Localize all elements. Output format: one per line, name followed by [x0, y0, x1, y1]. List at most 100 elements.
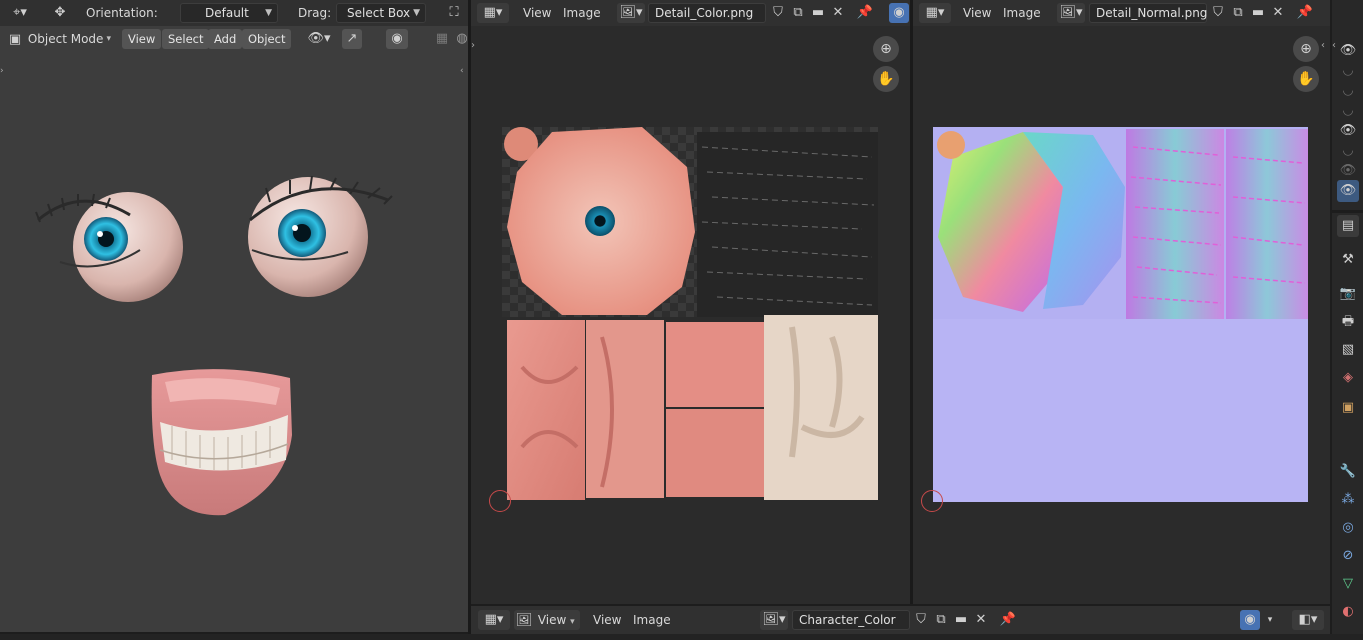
image-name-field[interactable]: Character_Color: [792, 610, 910, 630]
image-browse-icon[interactable]: 🖼▾: [760, 610, 788, 630]
editor-type-icon[interactable]: ▦▾: [478, 610, 510, 630]
view-mode-label: View: [537, 613, 567, 627]
chevron-down-icon[interactable]: ▾: [1262, 610, 1278, 630]
object-mode-dropdown[interactable]: ▣ Object Mode ▾: [6, 29, 116, 49]
eye-icon[interactable]: 👁: [1337, 180, 1359, 202]
zoom-icon[interactable]: ⊕: [873, 36, 899, 62]
transform-affect-icon[interactable]: ⛶: [444, 3, 464, 23]
view-menu[interactable]: View: [593, 606, 621, 634]
toolbar-collapse-arrow-icon[interactable]: ›: [471, 40, 475, 51]
drag-dropdown[interactable]: Select Box ▼: [336, 3, 426, 23]
constraints-icon[interactable]: ⊘: [1337, 545, 1359, 567]
cursor-crosshair-icon: [921, 490, 943, 512]
close-icon[interactable]: ✕: [829, 3, 847, 23]
chevron-down-icon: ▾: [570, 617, 575, 627]
folder-icon[interactable]: ▬: [952, 610, 970, 630]
eye-icon[interactable]: 👁: [1337, 120, 1359, 142]
add-menu[interactable]: Add: [208, 29, 243, 49]
hand-icon[interactable]: ✋: [873, 66, 899, 92]
teeth-object[interactable]: [151, 369, 292, 516]
sidebar-collapse-arrow-icon[interactable]: ‹: [1321, 40, 1325, 51]
eye-closed-icon[interactable]: ◡: [1337, 60, 1359, 82]
image-browse-icon[interactable]: 🖼▾: [617, 3, 645, 23]
sidebar-collapse-arrow-icon[interactable]: ‹: [460, 66, 464, 76]
display-channels-icon[interactable]: ◧▾: [1292, 610, 1324, 630]
copy-icon[interactable]: ⧉: [789, 3, 807, 23]
editor-type-icon[interactable]: ⌖▾: [4, 3, 36, 23]
transform-pivot-icon[interactable]: ✥: [46, 3, 74, 23]
particles-icon[interactable]: ⁂: [1337, 489, 1359, 511]
close-icon[interactable]: ✕: [972, 610, 990, 630]
xray-icon[interactable]: ▦: [432, 29, 452, 49]
left-eye-object[interactable]: [35, 192, 183, 302]
eye-closed-icon[interactable]: ◡: [1337, 80, 1359, 102]
scene-3d[interactable]: [0, 150, 468, 530]
select-menu[interactable]: Select: [162, 29, 210, 49]
render-icon[interactable]: 📷: [1337, 283, 1359, 305]
view-layer-icon[interactable]: ▧: [1337, 339, 1359, 361]
hand-icon[interactable]: ✋: [1293, 66, 1319, 92]
eye-icon[interactable]: 👁: [1337, 40, 1359, 62]
image-editor-normal[interactable]: ▦▾ View Image 🖼▾ Detail_Normal.png ⛉ ⧉ ▬…: [913, 0, 1330, 604]
viewport-3d[interactable]: ⌖▾ ✥ Orientation: Default ▼ Drag: Select …: [0, 0, 468, 632]
folder-icon[interactable]: ▬: [809, 3, 827, 23]
eye-dim-icon[interactable]: 👁: [1337, 160, 1359, 182]
chevron-down-icon: ▾: [106, 34, 111, 44]
output-icon[interactable]: 🖶: [1337, 311, 1359, 333]
toolbar-collapse-arrow-icon[interactable]: ›: [0, 66, 4, 76]
eye-closed-icon[interactable]: ◡: [1337, 100, 1359, 122]
object-menu[interactable]: Object: [242, 29, 292, 49]
pin-icon[interactable]: 📌: [998, 610, 1018, 630]
gizmo-icon[interactable]: ↗: [342, 29, 362, 49]
physics-icon[interactable]: ◎: [1337, 517, 1359, 539]
shading-icon[interactable]: ◍: [456, 29, 468, 49]
outliner-arrow-icon[interactable]: ‹: [1332, 40, 1336, 51]
drag-label: Drag:: [298, 6, 332, 20]
eye-closed-icon[interactable]: ◡: [1337, 140, 1359, 162]
folder-icon[interactable]: ▬: [1249, 3, 1267, 23]
editor-type-icon[interactable]: ▤: [1337, 215, 1359, 237]
wrench-icon[interactable]: 🔧: [1337, 461, 1359, 483]
pin-icon[interactable]: 📌: [855, 3, 875, 23]
image-menu[interactable]: Image: [633, 606, 671, 634]
image-browse-icon[interactable]: 🖼▾: [1057, 3, 1085, 23]
world-icon[interactable]: ▣: [1337, 397, 1359, 419]
zoom-icon[interactable]: ⊕: [1293, 36, 1319, 62]
view-mode-dropdown[interactable]: 🖼 View ▾: [514, 610, 580, 630]
object-mode-icon: ▣: [8, 32, 22, 47]
status-bar: [0, 634, 1363, 640]
image-name-field[interactable]: Detail_Color.png: [648, 3, 766, 23]
gizmo-toggle-icon[interactable]: ◉: [889, 3, 909, 23]
image-editor-color[interactable]: ▦▾ View Image 🖼▾ Detail_Color.png ⛉ ⧉ ▬ …: [471, 0, 910, 604]
texture-color-image: [502, 127, 878, 500]
copy-icon[interactable]: ⧉: [932, 610, 950, 630]
chevron-down-icon: ▼: [413, 8, 420, 18]
object-mode-label: Object Mode: [27, 32, 104, 46]
overlay-icon[interactable]: ◉: [386, 29, 408, 49]
image-menu[interactable]: Image: [1003, 0, 1041, 26]
right-eye-object[interactable]: [248, 175, 393, 297]
material-icon[interactable]: ◐: [1337, 601, 1359, 623]
image-menu[interactable]: Image: [563, 0, 601, 26]
view-menu[interactable]: View: [523, 0, 551, 26]
shield-icon[interactable]: ⛉: [769, 3, 787, 23]
visibility-icon[interactable]: 👁▾: [306, 29, 332, 49]
image-name-field[interactable]: Detail_Normal.png: [1089, 3, 1207, 23]
orientation-dropdown[interactable]: Default ▼: [180, 3, 278, 23]
outliner-strip[interactable]: ‹ 👁 ◡ ◡ ◡ 👁 ◡ 👁 👁: [1332, 0, 1363, 210]
shield-icon[interactable]: ⛉: [1209, 3, 1227, 23]
editor-type-icon[interactable]: ▦▾: [919, 3, 951, 23]
scene-icon[interactable]: ◈: [1337, 367, 1359, 389]
view-menu[interactable]: View: [963, 0, 991, 26]
editor-type-icon[interactable]: ▦▾: [477, 3, 509, 23]
tool-icon[interactable]: ⚒: [1337, 249, 1359, 271]
pin-icon[interactable]: 📌: [1295, 3, 1315, 23]
close-icon[interactable]: ✕: [1269, 3, 1287, 23]
gizmo-toggle-icon[interactable]: ◉: [1240, 610, 1260, 630]
view-menu[interactable]: View: [122, 29, 162, 49]
copy-icon[interactable]: ⧉: [1229, 3, 1247, 23]
object-data-icon[interactable]: ▽: [1337, 573, 1359, 595]
shield-icon[interactable]: ⛉: [912, 610, 930, 630]
orientation-label: Orientation:: [86, 6, 158, 20]
properties-strip[interactable]: ▤ ⚒ 📷 🖶 ▧ ◈ ▣ 🔧 ⁂ ◎ ⊘ ▽ ◐: [1332, 213, 1363, 640]
